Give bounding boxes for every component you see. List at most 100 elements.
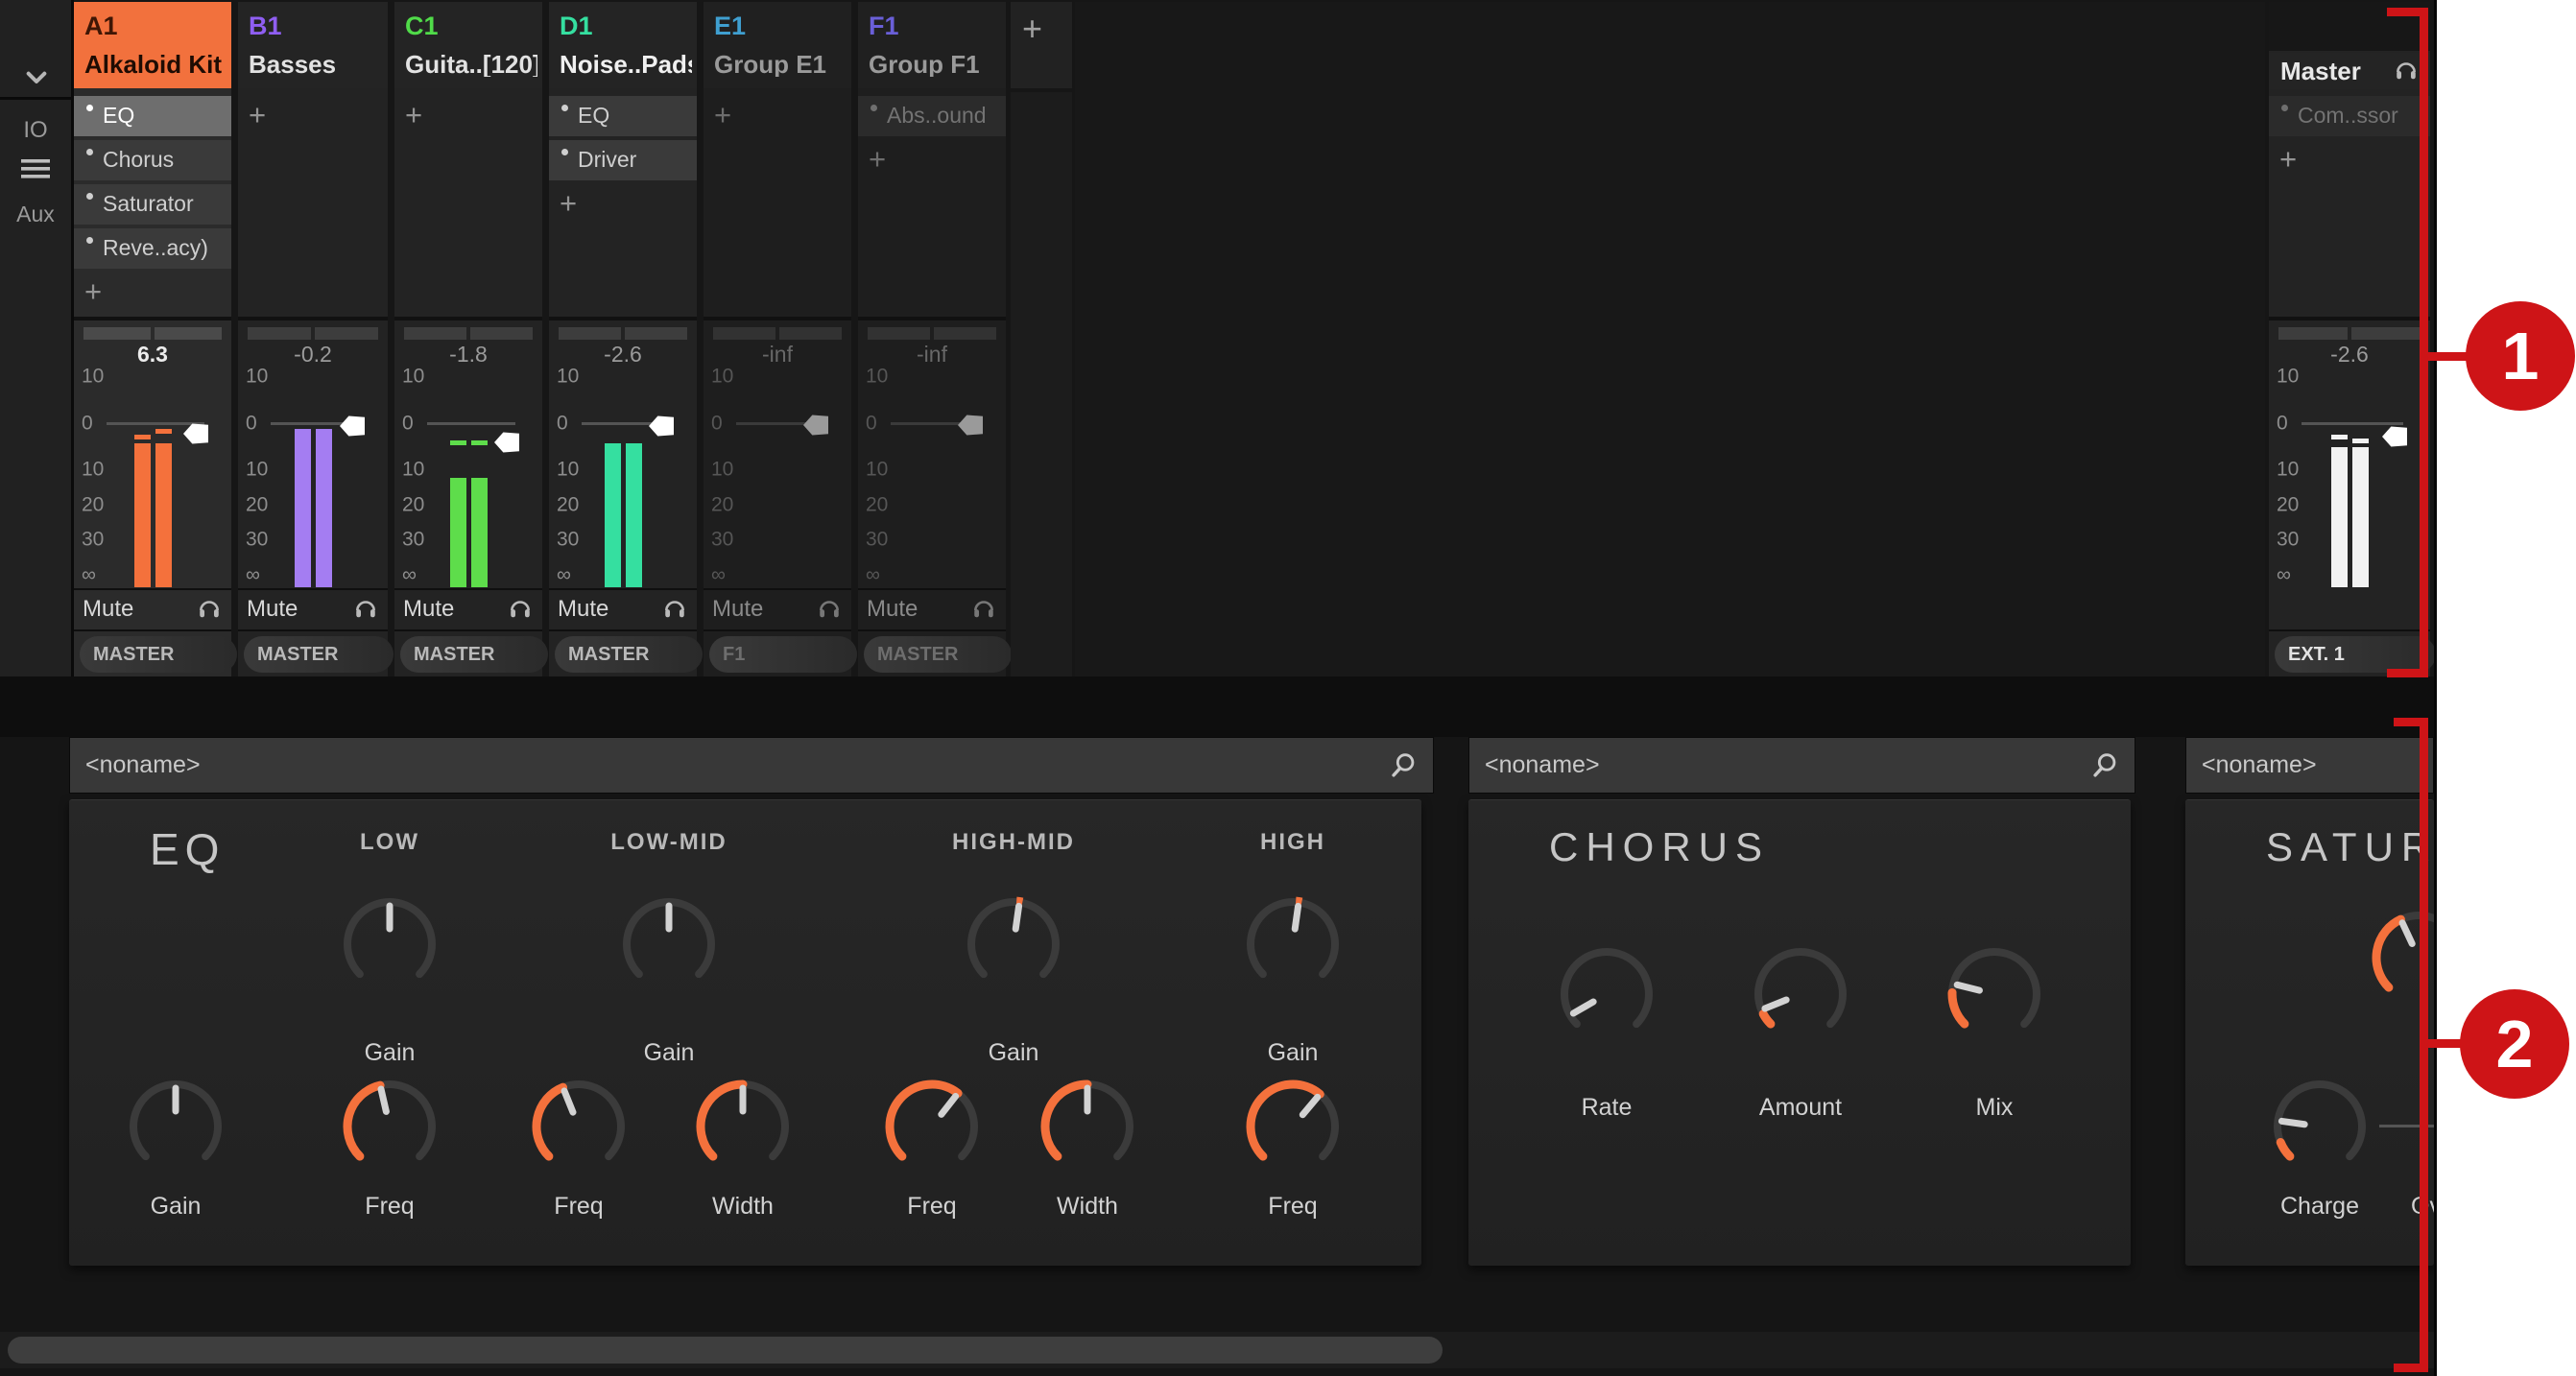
- search-icon-wrap[interactable]: [2088, 749, 2121, 782]
- knob-icon: [525, 1073, 632, 1180]
- plugin-slot[interactable]: Reve..acy): [74, 228, 231, 269]
- pan-slider[interactable]: [315, 327, 378, 340]
- meter-peak-tick: [155, 429, 172, 434]
- mute-button[interactable]: Mute: [558, 598, 608, 621]
- plugin-add-button[interactable]: +: [704, 96, 851, 136]
- mute-button[interactable]: Mute: [867, 598, 918, 621]
- plugin-slot[interactable]: EQ: [549, 96, 697, 136]
- knob[interactable]: [1239, 890, 1347, 998]
- cue-button[interactable]: [817, 596, 842, 621]
- cue-button[interactable]: [197, 596, 222, 621]
- channel-header[interactable]: E1Group E1: [704, 2, 851, 88]
- section-divider: [858, 317, 1006, 320]
- mute-button[interactable]: Mute: [403, 598, 454, 621]
- pan-slider[interactable]: [470, 327, 533, 340]
- plugin-add-button[interactable]: +: [238, 96, 388, 136]
- meter-scale-label: ∞: [402, 565, 417, 585]
- channel-header[interactable]: D1Noise..Pads: [549, 2, 697, 88]
- pan-slider[interactable]: [934, 327, 996, 340]
- knob[interactable]: [2266, 1073, 2373, 1180]
- pan-slider[interactable]: [779, 327, 842, 340]
- knob[interactable]: [525, 1073, 632, 1180]
- channel-header[interactable]: A1Alkaloid Kit: [74, 2, 231, 88]
- callout-badge-1: 1: [2466, 301, 2575, 411]
- section-divider: [549, 317, 697, 320]
- plugin-search-input[interactable]: <noname>: [2185, 737, 2434, 794]
- pan-slider[interactable]: [868, 327, 930, 340]
- plugin-slot[interactable]: EQ: [74, 96, 231, 136]
- knob[interactable]: [336, 890, 443, 998]
- channel-header[interactable]: C1Guita..[120]: [394, 2, 542, 88]
- pan-slider[interactable]: [2278, 327, 2348, 340]
- add-group-button[interactable]: +: [1011, 2, 1072, 88]
- pan-slider[interactable]: [625, 327, 687, 340]
- aux-toggle-button[interactable]: Aux: [0, 202, 71, 227]
- pan-slider[interactable]: [559, 327, 621, 340]
- knob[interactable]: [1941, 940, 2048, 1048]
- channel-header[interactable]: B1Basses: [238, 2, 388, 88]
- pan-slider[interactable]: [83, 327, 151, 340]
- knob[interactable]: [689, 1073, 797, 1180]
- pan-slider[interactable]: [248, 327, 311, 340]
- master-cue-button[interactable]: [2394, 58, 2419, 83]
- channel-id: A1: [84, 13, 118, 39]
- knob[interactable]: [336, 1073, 443, 1180]
- plugin-add-button[interactable]: +: [394, 96, 542, 136]
- routing-button[interactable]: F1: [709, 636, 857, 673]
- routing-button[interactable]: EXT. 1: [2275, 636, 2436, 673]
- mute-button[interactable]: Mute: [247, 598, 298, 621]
- plugin-slot-label: Chorus: [103, 147, 226, 173]
- knob[interactable]: [615, 890, 723, 998]
- knob[interactable]: [960, 890, 1067, 998]
- plugin-add-button[interactable]: +: [858, 140, 1006, 180]
- meter-scale-label: 10: [557, 367, 579, 387]
- knob[interactable]: [122, 1073, 229, 1180]
- mute-button[interactable]: Mute: [83, 598, 133, 621]
- plugin-add-button[interactable]: +: [549, 184, 697, 225]
- plus-icon: +: [1022, 12, 1042, 46]
- plugin-search-input[interactable]: <noname>: [1468, 737, 2135, 794]
- mute-button[interactable]: Mute: [712, 598, 763, 621]
- mute-row: Mute: [704, 590, 851, 629]
- plugin-slot[interactable]: Driver: [549, 140, 697, 180]
- cue-button[interactable]: [971, 596, 996, 621]
- plugin-add-button[interactable]: +: [74, 273, 231, 313]
- knob[interactable]: [878, 1073, 986, 1180]
- mixer-menu-button[interactable]: [21, 157, 50, 180]
- knob[interactable]: [1747, 940, 1854, 1048]
- meter-scale-label: 30: [246, 530, 268, 550]
- plugin-slot[interactable]: Chorus: [74, 140, 231, 180]
- plugin-add-button[interactable]: +: [2269, 140, 2430, 180]
- routing-button[interactable]: MASTER: [864, 636, 1012, 673]
- routing-button[interactable]: MASTER: [400, 636, 548, 673]
- pan-slider[interactable]: [404, 327, 466, 340]
- routing-button[interactable]: MASTER: [555, 636, 703, 673]
- io-toggle-button[interactable]: IO: [0, 117, 71, 144]
- pan-slider[interactable]: [713, 327, 775, 340]
- meter-scale-label: 0: [246, 414, 257, 434]
- fader-track[interactable]: [2302, 422, 2403, 425]
- cue-button[interactable]: [353, 596, 378, 621]
- search-icon: [1387, 749, 1419, 782]
- plugin-search-input[interactable]: <noname>: [69, 737, 1434, 794]
- master-header[interactable]: Master: [2269, 53, 2430, 89]
- fader-track[interactable]: [107, 422, 204, 425]
- channel-name: Group F1: [869, 52, 1001, 77]
- cue-button[interactable]: [508, 596, 533, 621]
- plugin-slot[interactable]: Com..ssor: [2269, 96, 2430, 136]
- channel-header[interactable]: F1Group F1: [858, 2, 1006, 88]
- knob[interactable]: [1034, 1073, 1141, 1180]
- scrollbar-thumb[interactable]: [8, 1337, 1443, 1364]
- pan-slider[interactable]: [2351, 327, 2421, 340]
- plugin-slot[interactable]: Saturator: [74, 184, 231, 225]
- pan-slider[interactable]: [155, 327, 222, 340]
- fader-track[interactable]: [427, 422, 515, 425]
- search-icon-wrap[interactable]: [1387, 749, 1419, 782]
- plugin-slot[interactable]: Abs..ound: [858, 96, 1006, 136]
- knob[interactable]: [1239, 1073, 1347, 1180]
- cue-button[interactable]: [662, 596, 687, 621]
- routing-button[interactable]: MASTER: [80, 636, 237, 673]
- routing-button[interactable]: MASTER: [244, 636, 394, 673]
- collapse-mixer-button[interactable]: [17, 58, 56, 96]
- knob[interactable]: [1553, 940, 1660, 1048]
